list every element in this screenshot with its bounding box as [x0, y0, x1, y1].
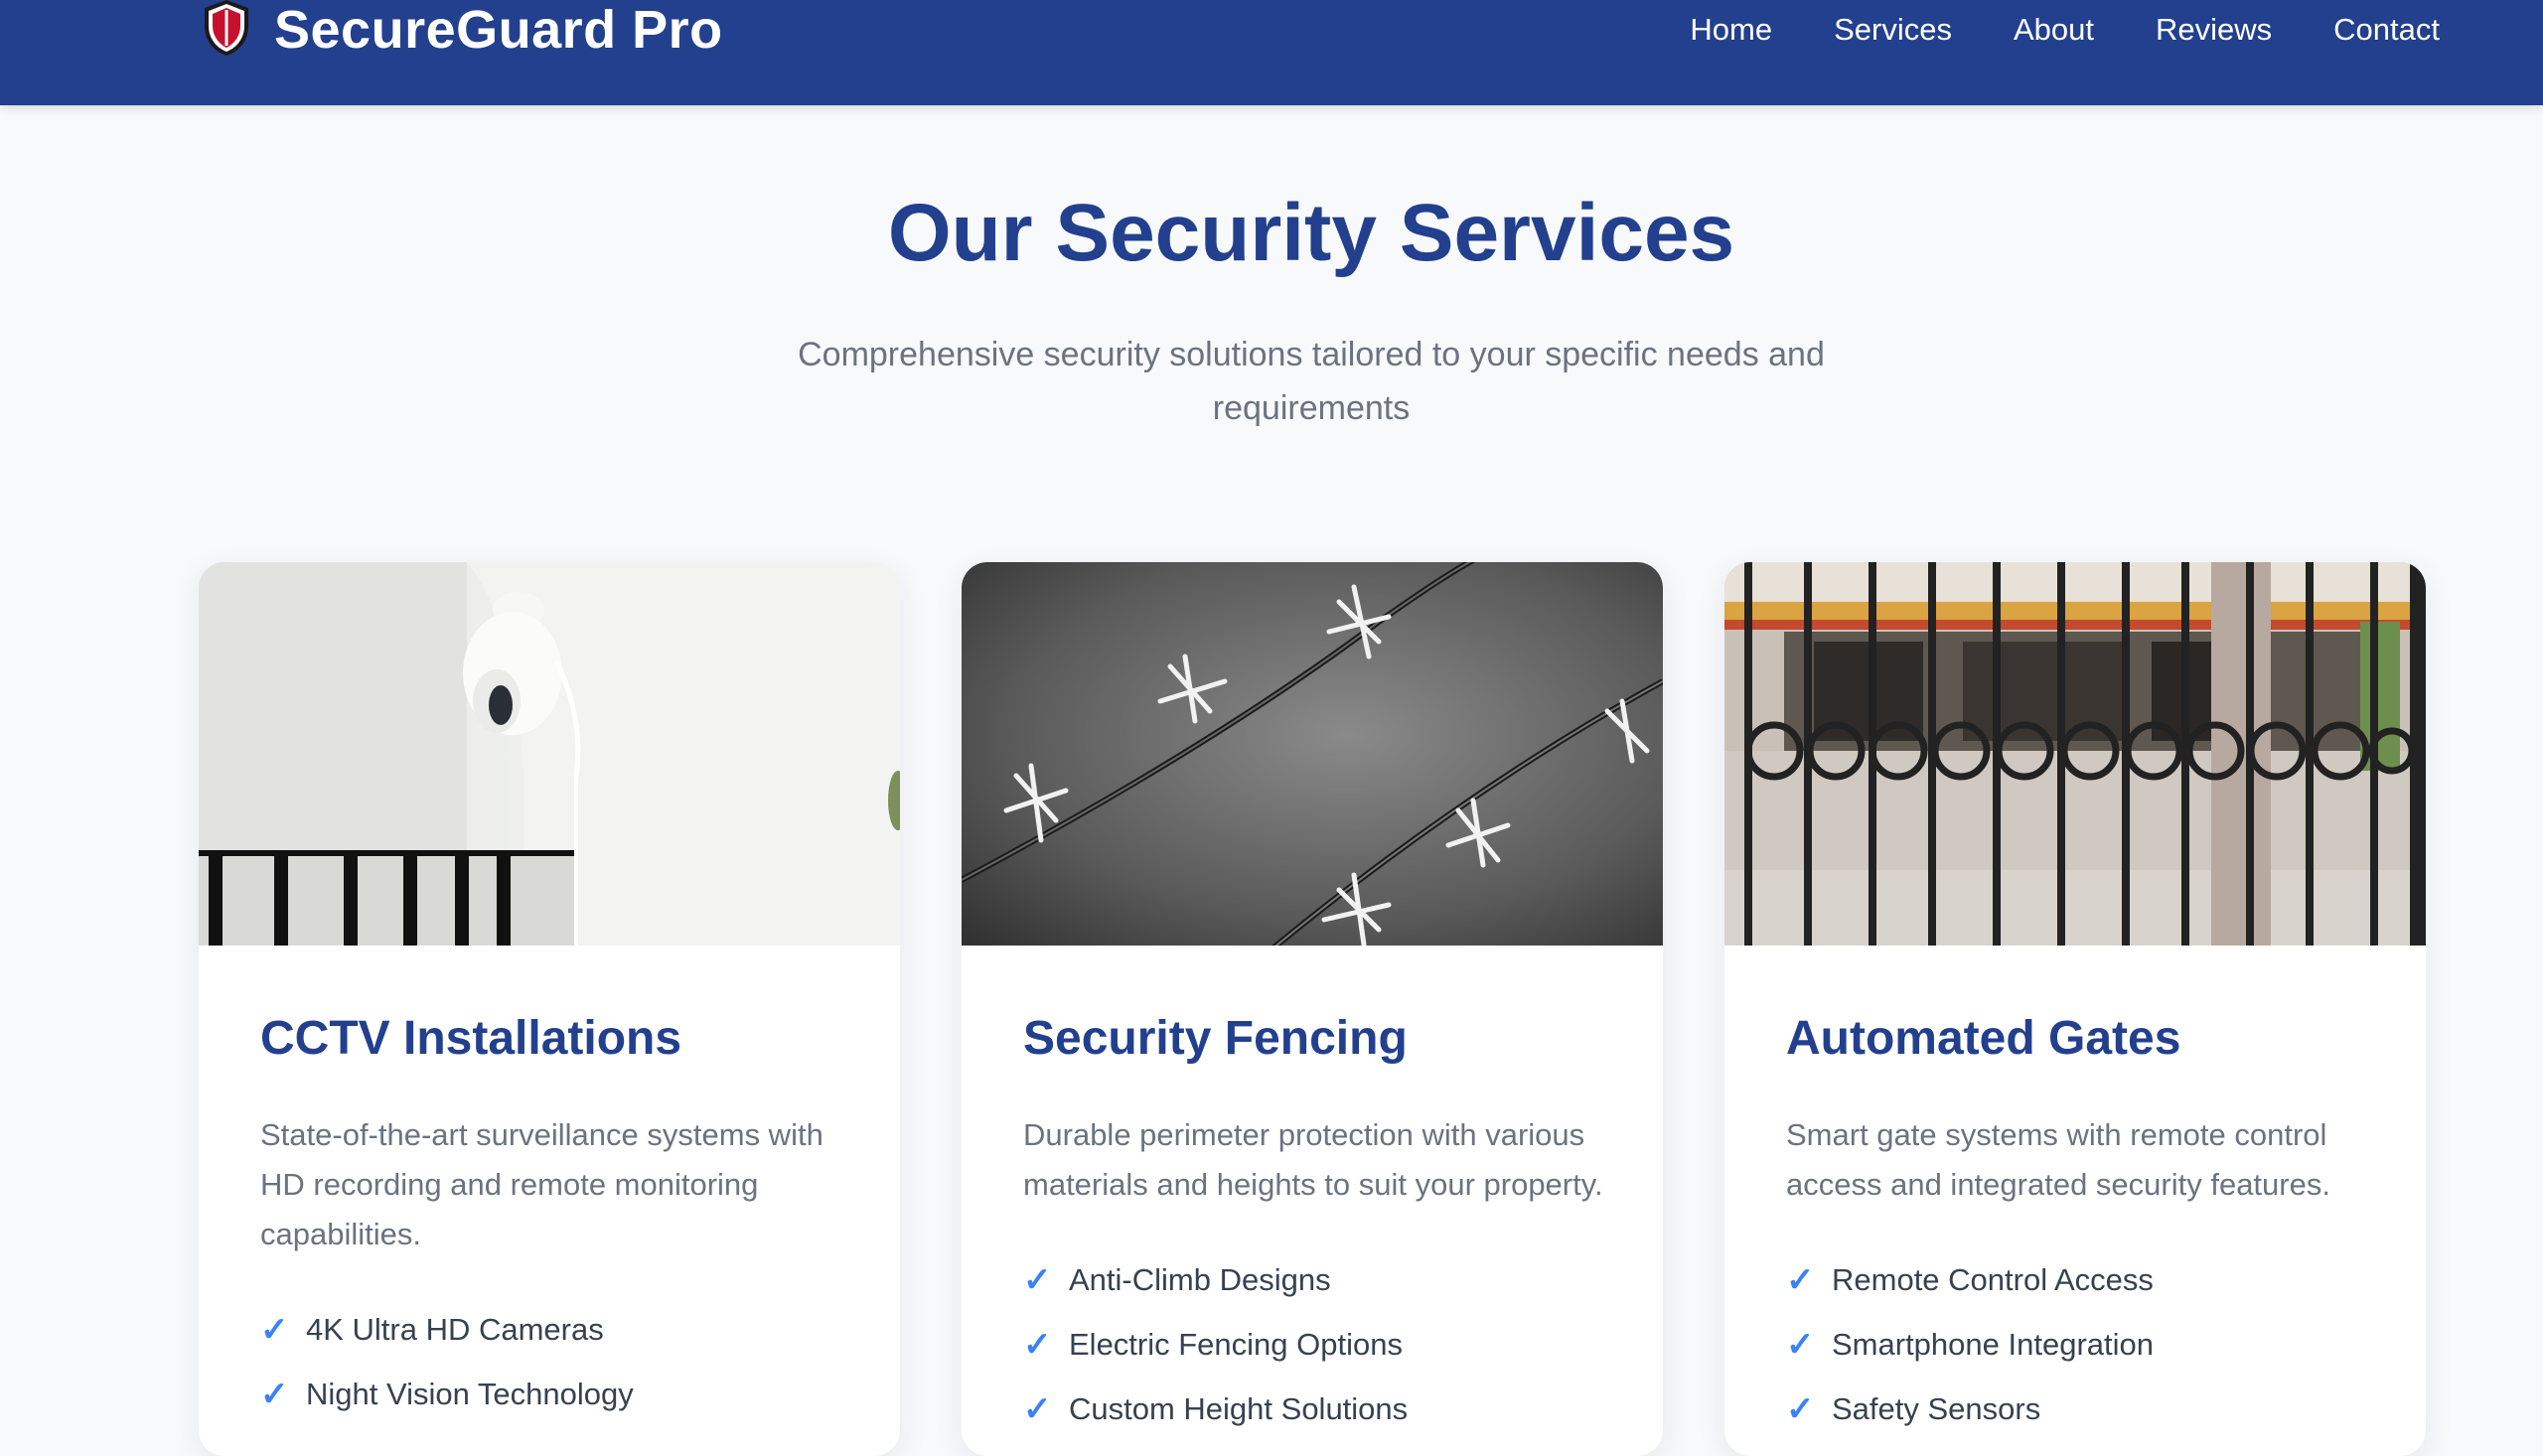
- card-description: Smart gate systems with remote control a…: [1786, 1117, 2330, 1202]
- feature-label: Custom Height Solutions: [1069, 1390, 1409, 1426]
- feature-label: 4K Ultra HD Cameras: [306, 1311, 604, 1347]
- check-icon: ✓: [1023, 1325, 1052, 1364]
- feature-label: Safety Sensors: [1832, 1390, 2041, 1426]
- card-title: CCTV Installations: [260, 1012, 682, 1065]
- cctv-camera-image: [199, 562, 900, 946]
- list-item: ✓ 4K Ultra HD Cameras: [260, 1297, 856, 1362]
- feature-list: ✓ Remote Control Access ✓ Smartphone Integ…: [1786, 1247, 2382, 1441]
- card-description: State-of-the-art surveillance systems wi…: [260, 1117, 823, 1251]
- list-item: ✓ Safety Sensors: [1786, 1377, 2382, 1441]
- barbed-wire-image: [962, 562, 1663, 946]
- site-header: SecureGuard Pro Home Services About Revi…: [0, 0, 2543, 105]
- brand-name: SecureGuard Pro: [274, 0, 723, 60]
- feature-label: Remote Control Access: [1832, 1261, 2154, 1297]
- feature-label: Smartphone Integration: [1832, 1326, 2154, 1362]
- feature-list: ✓ 4K Ultra HD Cameras ✓ Night Vision Techn…: [260, 1297, 856, 1426]
- list-item: ✓ Night Vision Technology: [260, 1362, 856, 1426]
- list-item: ✓ Anti-Climb Designs: [1023, 1247, 1619, 1312]
- service-card-gates[interactable]: Automated Gates Smart gate systems with …: [1724, 562, 2426, 1456]
- check-icon: ✓: [1786, 1260, 1815, 1299]
- check-icon: ✓: [1786, 1325, 1815, 1364]
- nav-link-home[interactable]: Home: [1690, 12, 1772, 48]
- check-icon: ✓: [1023, 1260, 1052, 1299]
- section-title: Our Security Services: [887, 188, 1735, 278]
- feature-label: Night Vision Technology: [306, 1376, 634, 1411]
- check-icon: ✓: [1023, 1389, 1052, 1428]
- feature-label: Anti-Climb Designs: [1069, 1261, 1331, 1297]
- main-nav: Home Services About Reviews Contact: [1628, 0, 2440, 60]
- card-title: Security Fencing: [1023, 1012, 1408, 1065]
- card-title: Automated Gates: [1786, 1012, 2181, 1065]
- check-icon: ✓: [260, 1310, 289, 1349]
- nav-link-contact[interactable]: Contact: [2333, 12, 2440, 48]
- feature-label: Electric Fencing Options: [1069, 1326, 1403, 1362]
- list-item: ✓ Electric Fencing Options: [1023, 1312, 1619, 1377]
- list-item: ✓ Custom Height Solutions: [1023, 1377, 1619, 1441]
- nav-link-about[interactable]: About: [2014, 12, 2094, 48]
- nav-link-services[interactable]: Services: [1834, 12, 1952, 48]
- check-icon: ✓: [1786, 1389, 1815, 1428]
- logo[interactable]: SecureGuard Pro: [199, 0, 723, 60]
- feature-list: ✓ Anti-Climb Designs ✓ Electric Fencing Op…: [1023, 1247, 1619, 1441]
- shield-icon: [205, 0, 248, 56]
- card-description: Durable perimeter protection with variou…: [1023, 1117, 1603, 1202]
- list-item: ✓ Smartphone Integration: [1786, 1312, 2382, 1377]
- service-card-cctv[interactable]: CCTV Installations State-of-the-art surv…: [199, 562, 900, 1456]
- list-item: ✓ Remote Control Access: [1786, 1247, 2382, 1312]
- nav-link-reviews[interactable]: Reviews: [2156, 12, 2272, 48]
- check-icon: ✓: [260, 1375, 289, 1413]
- gate-image: [1724, 562, 2426, 946]
- section-subtitle: Comprehensive security solutions tailore…: [798, 336, 1825, 427]
- service-card-fencing[interactable]: Security Fencing Durable perimeter prote…: [962, 562, 1663, 1456]
